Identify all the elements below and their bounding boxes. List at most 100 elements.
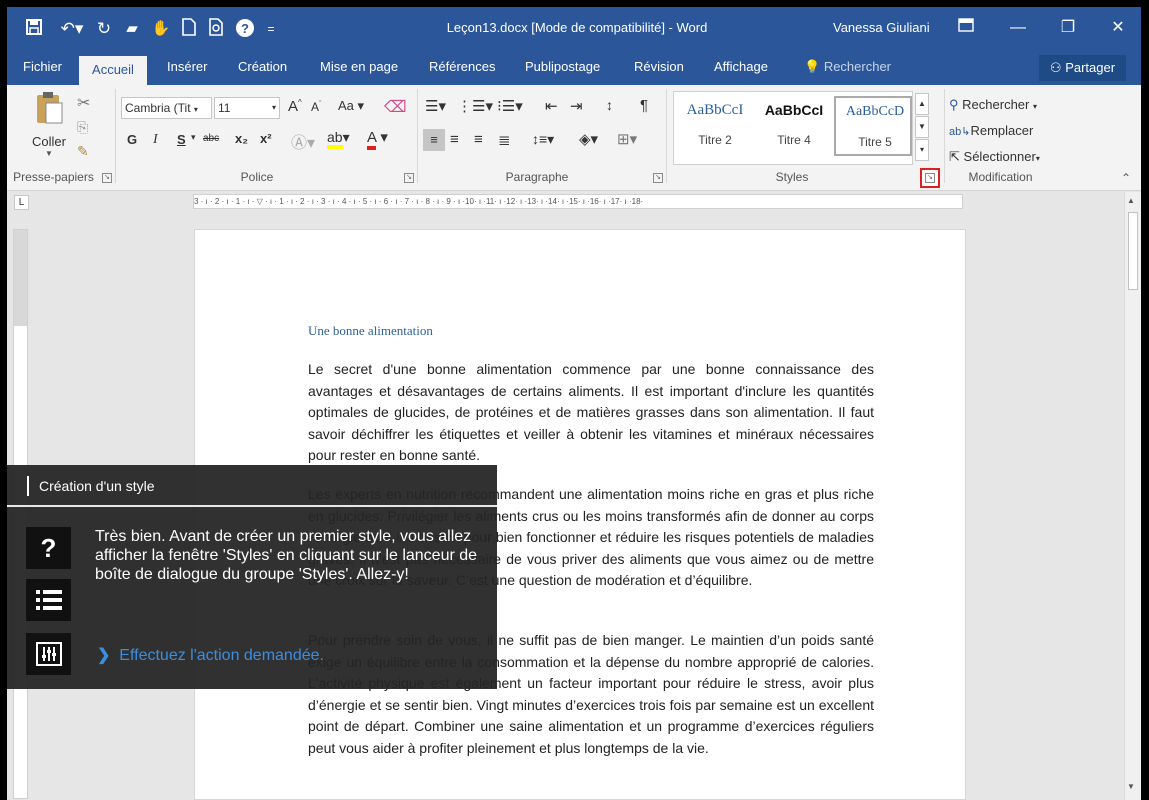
find-label: Rechercher: [962, 97, 1030, 112]
tab-mise-en-page[interactable]: Mise en page: [320, 59, 398, 74]
style-titre-4[interactable]: AaBbCcI Titre 4: [755, 96, 833, 156]
scroll-thumb[interactable]: [1128, 212, 1138, 290]
styles-launcher[interactable]: ↘: [920, 168, 940, 188]
styles-scroll-up-icon[interactable]: ▲: [915, 93, 929, 115]
save-icon[interactable]: [23, 18, 45, 40]
collapse-ribbon-icon[interactable]: ⌃: [1121, 171, 1131, 185]
tell-me-search[interactable]: 💡 Rechercher: [804, 59, 891, 75]
tab-creation[interactable]: Création: [238, 59, 287, 74]
shrink-font-icon[interactable]: Aˇ: [311, 100, 321, 114]
subscript-button[interactable]: x₂: [235, 131, 248, 146]
tab-publipostage[interactable]: Publipostage: [525, 59, 600, 74]
close-icon[interactable]: ✕: [1101, 15, 1135, 41]
increase-indent-icon[interactable]: ⇥: [570, 97, 583, 115]
align-center-icon[interactable]: ≡: [450, 131, 459, 148]
scroll-up-icon[interactable]: ▲: [1127, 196, 1135, 205]
customize-qat-icon[interactable]: =: [263, 18, 279, 40]
redo-icon[interactable]: ↻: [93, 18, 115, 40]
decrease-indent-icon[interactable]: ⇤: [545, 97, 558, 115]
tutorial-action-link[interactable]: ❯ Effectuez l'action demandée.: [97, 645, 324, 665]
font-group-label: Police: [240, 170, 274, 184]
font-launcher[interactable]: ↘: [404, 173, 414, 183]
touch-mode-icon[interactable]: ✋: [150, 18, 172, 40]
styles-more-icon[interactable]: ▾: [915, 139, 929, 161]
justify-icon[interactable]: ≣: [498, 131, 511, 149]
show-formatting-icon[interactable]: ¶: [640, 97, 648, 114]
horizontal-ruler[interactable]: 3 · ı · 2 · ı · 1 · ı · ▽ · ı · 1 · ı · …: [193, 194, 963, 209]
user-name[interactable]: Vanessa Giuliani: [833, 20, 930, 35]
vertical-ruler-margin: [14, 230, 27, 326]
clear-formatting-icon[interactable]: ⌫: [384, 97, 407, 117]
numbering-icon[interactable]: ⋮☰▾: [457, 97, 493, 115]
chevron-down-icon: ▾: [271, 103, 276, 112]
vertical-scrollbar[interactable]: ▲ ▼: [1124, 192, 1141, 800]
font-name-dropdown[interactable]: Cambria (Tit ▾: [121, 97, 212, 119]
style-titre-5[interactable]: AaBbCcD Titre 5: [834, 96, 912, 156]
undo-icon[interactable]: ↶▾: [55, 18, 89, 40]
clipboard-launcher[interactable]: ↘: [102, 173, 112, 183]
tab-inserer[interactable]: Insérer: [167, 59, 207, 74]
paragraph-group-label: Paragraphe: [505, 170, 569, 184]
bold-button[interactable]: G: [127, 132, 137, 147]
sort-icon[interactable]: ↕: [606, 97, 613, 113]
document-paragraph[interactable]: Le secret d'une bonne alimentation comme…: [308, 359, 874, 467]
paragraph-launcher[interactable]: ↘: [653, 173, 663, 183]
select-button[interactable]: ⇱ Sélectionner▾: [949, 149, 1040, 165]
line-spacing-icon[interactable]: ↕≡▾: [532, 131, 554, 148]
tell-me-label: Rechercher: [823, 59, 892, 74]
text-effects-icon[interactable]: Ⓐ▾: [291, 129, 315, 153]
group-divider: [666, 89, 667, 183]
restore-icon[interactable]: ❐: [1051, 15, 1085, 41]
tab-selector-icon[interactable]: L: [14, 195, 29, 210]
replace-label: Remplacer: [970, 123, 1034, 138]
font-size-dropdown[interactable]: 11 ▾: [214, 97, 280, 119]
align-left-icon[interactable]: ≡: [423, 129, 445, 151]
shading-icon[interactable]: ◈▾: [579, 130, 598, 148]
change-case-button[interactable]: Aa ▾: [338, 98, 364, 114]
font-size-value: 11: [218, 101, 231, 115]
open-folder-icon[interactable]: ▰: [121, 18, 143, 40]
ribbon-tabs: Fichier Accueil Insérer Création Mise en…: [7, 51, 1141, 85]
superscript-button[interactable]: x²: [260, 131, 272, 146]
document-heading[interactable]: Une bonne alimentation: [308, 323, 433, 339]
scroll-down-icon[interactable]: ▼: [1127, 782, 1135, 791]
tab-fichier[interactable]: Fichier: [23, 59, 62, 74]
find-button[interactable]: ⚲ Rechercher ▾: [949, 97, 1037, 113]
style-name: Titre 2: [698, 133, 732, 147]
underline-dropdown-icon[interactable]: ▾: [191, 132, 196, 143]
share-button[interactable]: ⚇ Partager: [1039, 55, 1126, 81]
font-color-icon[interactable]: A ▾: [367, 128, 388, 150]
format-painter-icon[interactable]: ✎: [77, 143, 89, 160]
new-document-icon[interactable]: [178, 18, 200, 40]
paste-button[interactable]: Coller ▼: [27, 91, 71, 169]
cut-icon[interactable]: ✂: [77, 93, 90, 113]
tab-affichage[interactable]: Affichage: [714, 59, 768, 74]
tab-accueil[interactable]: Accueil: [79, 56, 147, 85]
tab-revision[interactable]: Révision: [634, 59, 684, 74]
paste-dropdown-icon[interactable]: ▼: [27, 149, 71, 158]
italic-button[interactable]: I: [153, 132, 158, 148]
group-divider: [115, 89, 116, 183]
align-right-icon[interactable]: ≡: [474, 131, 483, 148]
borders-icon[interactable]: ⊞▾: [617, 130, 637, 148]
cursor-icon: ⇱: [949, 149, 960, 164]
help-question-icon[interactable]: ?: [26, 527, 71, 569]
replace-button[interactable]: ab↳Remplacer: [949, 123, 1033, 138]
help-icon[interactable]: ?: [234, 18, 256, 40]
underline-button[interactable]: S: [177, 132, 186, 147]
ribbon-display-options-icon[interactable]: [949, 15, 983, 41]
strikethrough-button[interactable]: abc: [203, 133, 219, 144]
style-titre-2[interactable]: AaBbCcI Titre 2: [676, 96, 754, 156]
grow-font-icon[interactable]: A^: [288, 98, 302, 115]
tab-references[interactable]: Références: [429, 59, 495, 74]
multilevel-list-icon[interactable]: ⁝☰▾: [497, 97, 523, 115]
replace-icon: ab↳: [949, 126, 971, 138]
bullets-icon[interactable]: ☰▾: [425, 97, 446, 115]
highlight-color-icon[interactable]: ab▾: [327, 129, 350, 149]
copy-icon[interactable]: ⎘: [77, 119, 88, 136]
settings-sliders-icon[interactable]: [26, 633, 71, 675]
styles-scroll-down-icon[interactable]: ▼: [915, 116, 929, 138]
print-preview-icon[interactable]: [206, 18, 228, 40]
list-icon[interactable]: [26, 579, 71, 621]
minimize-icon[interactable]: —: [1001, 15, 1035, 41]
